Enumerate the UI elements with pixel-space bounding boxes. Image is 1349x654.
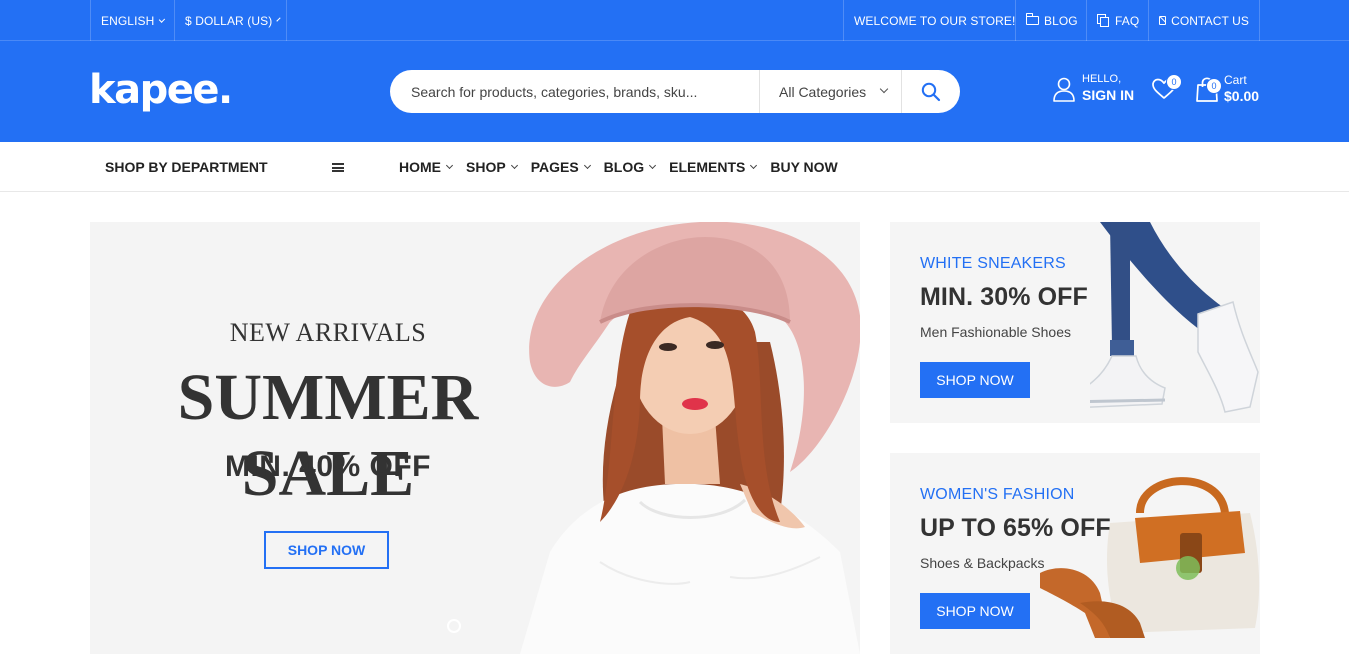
wishlist-count-badge: 0 — [1166, 74, 1182, 90]
cart-button[interactable]: 0 Cart $0.00 — [1194, 73, 1259, 105]
top-bar: ENGLISH $ DOLLAR (US) WELCOME TO OUR STO… — [0, 0, 1349, 41]
main-navigation: SHOP BY DEPARTMENT HOME SHOP PAGES BLOG … — [0, 142, 1349, 192]
account-greeting: HELLO, — [1082, 73, 1122, 85]
promo-shop-now-button[interactable]: SHOP NOW — [920, 593, 1030, 629]
faq-label: FAQ — [1115, 13, 1140, 28]
promo-description: Men Fashionable Shoes — [920, 324, 1071, 340]
language-label: ENGLISH — [101, 13, 155, 28]
promo-shop-now-button[interactable]: SHOP NOW — [920, 362, 1030, 398]
blog-label: BLOG — [1044, 13, 1078, 28]
cart-icon-wrap: 0 — [1194, 75, 1222, 103]
nav-item-label: BLOG — [603, 159, 645, 175]
hero-offer: MIN. 40% OFF — [224, 450, 432, 483]
contact-label: CONTACT US — [1171, 13, 1249, 28]
chevron-down-icon — [750, 161, 758, 170]
nav-item-pages[interactable]: PAGES — [530, 159, 591, 175]
hero-subtitle: NEW ARRIVALS — [229, 318, 427, 347]
carousel-dot[interactable] — [447, 619, 461, 633]
promo-tag: WOMEN'S FASHION — [920, 486, 1075, 503]
promo-tag: WHITE SNEAKERS — [920, 255, 1066, 272]
hero-banner: NEW ARRIVALS SUMMER SALE MIN. 40% OFF SH… — [90, 222, 860, 654]
chevron-down-icon — [649, 161, 657, 170]
search-button[interactable] — [901, 70, 960, 113]
nav-item-home[interactable]: HOME — [399, 159, 454, 175]
category-label: All Categories — [779, 83, 867, 100]
search-icon — [921, 82, 941, 101]
promo-description: Shoes & Backpacks — [920, 555, 1045, 571]
cart-label: Cart — [1224, 73, 1247, 87]
nav-item-label: BUY NOW — [770, 159, 838, 175]
handbag-shoes-image — [1040, 477, 1260, 638]
nav-item-label: ELEMENTS — [669, 159, 746, 175]
main-header: kapee. All Categories HELLO, SIGN IN 0 — [0, 41, 1349, 142]
shop-by-department[interactable]: SHOP BY DEPARTMENT — [105, 142, 268, 192]
chevron-down-icon — [583, 161, 591, 170]
search-input[interactable] — [390, 70, 759, 113]
nav-item-label: PAGES — [530, 159, 579, 175]
currency-selector[interactable]: $ DOLLAR (US) — [174, 0, 287, 41]
currency-label: $ DOLLAR (US) — [185, 13, 273, 28]
chevron-down-icon — [445, 161, 454, 170]
folder-icon — [1026, 13, 1039, 25]
nav-item-label: HOME — [399, 159, 441, 175]
nav-item-buy-now[interactable]: BUY NOW — [770, 159, 837, 175]
promo-card-sneakers: WHITE SNEAKERS MIN. 30% OFF Men Fashiona… — [890, 222, 1260, 423]
promo-card-womens-fashion: WOMEN'S FASHION UP TO 65% OFF Shoes & Ba… — [890, 453, 1260, 654]
mail-icon — [1159, 16, 1167, 25]
nav-item-elements[interactable]: ELEMENTS — [669, 159, 758, 175]
category-select[interactable]: All Categories — [759, 70, 901, 113]
welcome-message: WELCOME TO OUR STORE! — [843, 0, 1025, 41]
site-logo[interactable]: kapee. — [89, 65, 233, 115]
chevron-down-icon — [879, 84, 889, 94]
cart-total: $0.00 — [1224, 88, 1260, 104]
search-bar: All Categories — [390, 70, 960, 113]
chevron-down-icon — [510, 161, 518, 170]
nav-item-shop[interactable]: SHOP — [466, 159, 518, 175]
user-icon — [1053, 77, 1075, 102]
copy-icon — [1097, 14, 1110, 27]
nav-item-label: SHOP — [466, 159, 506, 175]
language-selector[interactable]: ENGLISH — [90, 0, 174, 41]
chevron-down-icon — [276, 16, 281, 22]
promo-headline: UP TO 65% OFF — [920, 514, 1111, 542]
cart-count-badge: 0 — [1206, 78, 1222, 94]
account-link[interactable]: HELLO, SIGN IN — [1052, 73, 1134, 104]
wishlist-button[interactable]: 0 — [1151, 74, 1182, 106]
nav-item-blog[interactable]: BLOG — [603, 159, 657, 175]
welcome-text: WELCOME TO OUR STORE! — [854, 13, 1016, 28]
faq-link[interactable]: FAQ — [1086, 0, 1149, 41]
hero-title: SUMMER SALE — [177, 361, 479, 510]
sign-in-label: SIGN IN — [1082, 87, 1135, 103]
nav-menu: HOME SHOP PAGES BLOG ELEMENTS BUY NOW — [399, 142, 852, 192]
blog-link[interactable]: BLOG — [1015, 0, 1088, 41]
chevron-down-icon — [159, 15, 166, 23]
contact-link[interactable]: CONTACT US — [1148, 0, 1260, 41]
sneakers-image — [1090, 222, 1259, 413]
hamburger-icon[interactable] — [332, 163, 344, 172]
promo-headline: MIN. 30% OFF — [920, 283, 1088, 311]
hero-shop-now-button[interactable]: SHOP NOW — [264, 531, 389, 569]
